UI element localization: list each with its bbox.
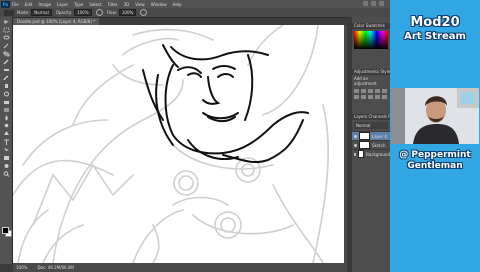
handle-line-1: @ Peppermint — [399, 150, 471, 160]
brush-tool-icon[interactable] — [3, 75, 10, 81]
clone-stamp-icon[interactable] — [3, 83, 10, 89]
shape-tool-icon[interactable] — [3, 155, 10, 161]
layer-thumbnail — [359, 132, 370, 140]
layer-name: Background — [366, 151, 390, 157]
layer-row[interactable]: Layer 4 — [352, 131, 390, 140]
foreground-color[interactable] — [2, 227, 9, 234]
eye-icon[interactable] — [354, 143, 357, 147]
stream-handle: @ Peppermint Gentleman — [390, 150, 480, 172]
menu-image[interactable]: Image — [38, 2, 51, 7]
adjustment-buttons — [352, 87, 390, 101]
minimize-button[interactable] — [363, 1, 368, 6]
history-brush-icon[interactable] — [3, 91, 10, 97]
marquee-tool-icon[interactable] — [3, 27, 10, 33]
layer-thumbnail — [359, 141, 370, 149]
menu-view[interactable]: View — [135, 2, 145, 7]
document-canvas[interactable] — [13, 25, 344, 263]
photoshop-window: Ps File Edit Image Layer Type Select Fil… — [0, 0, 390, 272]
mode-select[interactable]: Normal — [31, 9, 52, 16]
webcam-image — [391, 88, 479, 144]
color-swatches[interactable] — [2, 227, 12, 237]
menu-edit[interactable]: Edit — [25, 2, 33, 7]
exposure-icon[interactable] — [375, 89, 380, 93]
stream-subtitle: Art Stream — [404, 31, 466, 42]
gradient-tool-icon[interactable] — [3, 107, 10, 113]
menu-select[interactable]: Select — [89, 2, 101, 7]
zoom-tool-icon[interactable] — [3, 171, 10, 177]
dodge-tool-icon[interactable] — [3, 123, 10, 129]
menu-bar: Ps File Edit Image Layer Type Select Fil… — [0, 0, 390, 8]
sketch-artwork — [13, 25, 329, 263]
adjustments-hint: Add an adjustment — [354, 76, 377, 86]
airbrush-icon[interactable] — [140, 9, 148, 16]
tools-panel — [0, 17, 13, 264]
blur-tool-icon[interactable] — [3, 115, 10, 121]
document-tab[interactable]: Doodle.psd @ 100% (Layer 4, RGB/8) * — [13, 18, 100, 25]
black-white-icon[interactable] — [368, 95, 373, 99]
color-panel: Color Swatches — [352, 23, 390, 67]
menu-layer[interactable]: Layer — [57, 2, 68, 7]
webcam-feed — [391, 88, 479, 144]
mode-label: Mode: — [17, 10, 30, 15]
type-tool-icon[interactable] — [3, 139, 10, 145]
eraser-tool-icon[interactable] — [3, 99, 10, 105]
menu-file[interactable]: File — [12, 2, 19, 7]
hue-saturation-icon[interactable] — [354, 95, 359, 99]
eyedropper-icon[interactable] — [2, 59, 10, 65]
color-panel-header[interactable]: Color Swatches — [352, 23, 390, 29]
flow-label: Flow: — [106, 10, 117, 15]
quick-select-icon[interactable] — [3, 43, 10, 49]
status-bar: 100% Doc: 46.2M/66.0M — [13, 263, 347, 272]
photo-filter-icon[interactable] — [375, 95, 380, 99]
crop-tool-icon[interactable] — [2, 51, 10, 57]
healing-brush-icon[interactable] — [3, 67, 10, 73]
menu-window[interactable]: Window — [151, 2, 167, 7]
layers-panel-header[interactable]: Layers Channels Paths — [352, 114, 390, 120]
layer-name: Sketch — [372, 142, 386, 148]
adjustments-panel-header[interactable]: Adjustments Styles — [352, 69, 390, 75]
handle-line-2: Gentleman — [407, 161, 463, 171]
zoom-level[interactable]: 100% — [16, 263, 27, 272]
maximize-button[interactable] — [371, 1, 376, 6]
eye-icon[interactable] — [354, 152, 356, 156]
layers-panel: Layers Channels Paths Normal Layer 4 Ske… — [352, 114, 390, 189]
layer-row[interactable]: Sketch — [352, 140, 390, 149]
color-spectrum[interactable] — [354, 31, 388, 49]
flow-field[interactable]: 100% — [118, 9, 137, 16]
stream-overlay: Mod20 Art Stream @ Peppermint Gentleman — [390, 0, 480, 272]
path-select-icon[interactable] — [3, 147, 10, 153]
pen-tool-icon[interactable] — [3, 131, 10, 137]
levels-icon[interactable] — [361, 89, 366, 93]
brightness-icon[interactable] — [354, 89, 359, 93]
opacity-field[interactable]: 100% — [74, 9, 92, 16]
doc-size: Doc: 46.2M/66.0M — [37, 265, 74, 270]
options-bar: Mode: Normal Opacity: 100% Flow: 100% — [0, 8, 390, 18]
lasso-tool-icon[interactable] — [3, 35, 10, 41]
eye-icon[interactable] — [354, 134, 357, 138]
color-balance-icon[interactable] — [361, 95, 366, 99]
layer-row[interactable]: Background — [352, 149, 390, 158]
blend-mode-select[interactable]: Normal — [354, 122, 388, 129]
adjustments-panel: Adjustments Styles Add an adjustment — [352, 69, 390, 111]
vibrance-icon[interactable] — [382, 89, 387, 93]
stream-title: Mod20 — [410, 15, 460, 30]
menu-help[interactable]: Help — [172, 2, 181, 7]
close-button[interactable] — [379, 1, 384, 6]
move-tool-icon[interactable] — [3, 19, 10, 25]
menu-filter[interactable]: Filter — [108, 2, 118, 7]
layer-thumbnail — [357, 150, 365, 158]
window-controls — [363, 1, 384, 6]
opacity-label: Opacity: — [55, 10, 73, 15]
ps-logo-icon: Ps — [1, 0, 10, 8]
brush-preset-picker[interactable] — [4, 9, 14, 16]
layer-name: Layer 4 — [372, 133, 387, 139]
channel-mixer-icon[interactable] — [382, 95, 387, 99]
menu-type[interactable]: Type — [74, 2, 83, 7]
curves-icon[interactable] — [368, 89, 373, 93]
pressure-opacity-icon[interactable] — [95, 9, 103, 16]
menu-3d[interactable]: 3D — [124, 2, 130, 7]
hand-tool-icon[interactable] — [3, 163, 10, 169]
